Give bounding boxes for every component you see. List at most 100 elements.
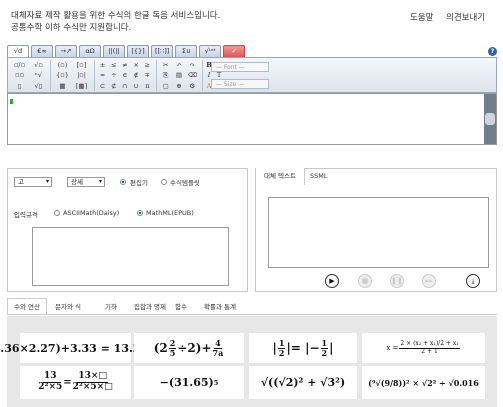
template-card[interactable]: (4.36×2.27)+3.33 = 13.2272: [0, 333, 163, 363]
mode-template-radio[interactable]: [161, 179, 167, 185]
template-card[interactable]: (⁹√(9/8))² × √2² ÷ √0.016: [362, 366, 485, 399]
tab-functions[interactable]: 함수: [175, 299, 187, 315]
ascii-radio[interactable]: [54, 210, 60, 216]
toolbar-tab[interactable]: €∞: [31, 45, 53, 57]
symbol-button[interactable]: ≈: [97, 70, 108, 80]
template-card[interactable]: √((√2)² + √3²): [249, 366, 357, 399]
toolbar-tab[interactable]: √d: [7, 45, 29, 57]
select-all-icon[interactable]: ▢: [159, 81, 172, 91]
denominator: 2 + 1: [421, 347, 438, 355]
tab-geometry[interactable]: 기하: [105, 299, 117, 315]
detail-select[interactable]: 상세: [67, 177, 105, 187]
tab-probability-stats[interactable]: 확률과 통계: [204, 299, 236, 315]
symbol-button[interactable]: ⊂: [97, 81, 108, 91]
sqrt-icon[interactable]: √▫: [29, 60, 48, 70]
grade-select[interactable]: 고: [14, 177, 52, 187]
abs-icon[interactable]: |▫|: [72, 70, 91, 80]
toolbar-tab[interactable]: ||(||: [103, 45, 125, 57]
fraction-icon[interactable]: ▫/▫: [10, 60, 29, 70]
mode-editor-radio[interactable]: [120, 179, 126, 185]
math-editor[interactable]: [7, 93, 497, 145]
copy-icon[interactable]: ⎘: [159, 70, 172, 80]
play-icon[interactable]: ▶: [325, 274, 339, 288]
symbol-button[interactable]: ÷: [108, 70, 119, 80]
stop-icon[interactable]: ■: [358, 274, 372, 288]
mathml-label: MathML(EPUB): [146, 209, 194, 217]
symbol-button[interactable]: ×: [131, 60, 142, 70]
mixed-fraction-icon[interactable]: ▫▫: [10, 70, 29, 80]
exponent: 5: [213, 378, 219, 387]
symbol-button[interactable]: ≤: [108, 60, 119, 70]
paste-icon[interactable]: ▤: [172, 70, 185, 80]
mathml-radio[interactable]: [137, 210, 143, 216]
toolbar-tab[interactable]: [{}]: [127, 45, 149, 57]
tab-number-operations[interactable]: 수와 연산: [7, 298, 47, 314]
template-group: ▫/▫ √▫ ▫▫ ⁿ√ ▯ √▯: [10, 60, 48, 91]
template-gallery: (4.36×2.27)+3.33 = 13.2272 (2 25 ÷2)+ 47…: [0, 316, 497, 407]
toolbar-tabs: √d €∞ →↗ αΩ ||(|| [{}] [[∷]] Σ∪ √ᴸᵉᵗ ✓: [7, 45, 246, 57]
symbol-button[interactable]: ≠: [119, 60, 130, 70]
brace-icon[interactable]: {▫}: [53, 70, 72, 80]
toolbar-tab[interactable]: √ᴸᵉᵗ: [199, 45, 222, 57]
tab-alt-text[interactable]: 대체 텍스트: [256, 168, 305, 185]
formula-text: |: [329, 341, 334, 355]
denominator: 5: [169, 347, 176, 358]
feedback-link[interactable]: 의견보내기: [446, 11, 485, 23]
zoom-icon[interactable]: ⊕: [172, 81, 185, 91]
font-select[interactable]: — Font —: [211, 62, 269, 72]
math-input-textarea[interactable]: [32, 227, 229, 286]
formula-text: √((√2)² + √3²): [260, 376, 346, 389]
tab-expressions[interactable]: 문자와 식: [55, 299, 81, 315]
toolbar-tab[interactable]: Σ∪: [175, 45, 198, 57]
forward-icon[interactable]: ▸▸: [422, 274, 436, 288]
page: 대체자료 제작 활용을 위한 수식의 한글 독음 서비스입니다. 공통수학 이하…: [0, 0, 503, 407]
symbol-button[interactable]: ∩: [119, 81, 130, 91]
toolbar-tab[interactable]: [[∷]]: [151, 45, 174, 57]
symbol-button[interactable]: ∉: [131, 70, 142, 80]
cut-icon[interactable]: ✂: [159, 60, 172, 70]
paren-icon[interactable]: (▫): [53, 60, 72, 70]
settings-icon[interactable]: ⚙: [186, 81, 199, 91]
symbol-button[interactable]: ∪: [131, 81, 142, 91]
redo-icon[interactable]: ↷: [186, 60, 199, 70]
editor-cursor: [10, 99, 13, 104]
pause-icon[interactable]: ❚❚: [390, 274, 404, 288]
template-card[interactable]: (2 25 ÷2)+ 4 7a: [134, 333, 244, 363]
tab-ssml[interactable]: SSML: [302, 168, 335, 185]
download-icon[interactable]: ⤓: [466, 274, 480, 288]
clear-icon[interactable]: ⌫: [186, 70, 199, 80]
fraction: 13×□ 2²×5×□: [73, 371, 113, 393]
template-card[interactable]: x = 2 × (x₂ + x₁)/2 + x₁ 2 + 1: [362, 333, 485, 363]
template-card[interactable]: 13 2²×5 = 13×□ 2²×5×□: [20, 366, 131, 399]
toolbar-tab[interactable]: αΩ: [79, 45, 101, 57]
size-select[interactable]: — Size —: [211, 79, 269, 89]
scrollbar-thumb[interactable]: [485, 113, 495, 125]
edit-group: ✂ ↶ ↷ ⎘ ▤ ⌫ ▢ ⊕ ⚙: [159, 60, 199, 91]
symbol-button[interactable]: π: [142, 81, 153, 91]
root-box-icon[interactable]: √▯: [29, 81, 48, 91]
toolbar-tab[interactable]: ✓: [223, 45, 246, 57]
fraction: 4 7a: [213, 338, 224, 358]
vertical-fraction-icon[interactable]: ▯: [10, 81, 29, 91]
formula-text: = |−: [290, 341, 320, 355]
symbol-button[interactable]: ⊄: [108, 81, 119, 91]
template-card[interactable]: | 12 | = |− 12 |: [249, 333, 357, 363]
undo-icon[interactable]: ↶: [172, 60, 185, 70]
symbol-button[interactable]: ≥: [142, 60, 153, 70]
symbol-button[interactable]: ∓: [142, 70, 153, 80]
tab-sets-propositions[interactable]: 집합과 명제: [134, 299, 166, 315]
equation-toolbar: ▫/▫ √▫ ▫▫ ⁿ√ ▯ √▯ (▫) [▫] {▫} |▫| ▦ [▦] ± ≤ ≠ …: [7, 57, 497, 93]
input-format-label: 입력규격: [14, 211, 38, 219]
matrix-bracket-icon[interactable]: [▦]: [72, 81, 91, 91]
template-card[interactable]: −(31.65) 5: [134, 366, 244, 399]
denominator: 2: [278, 347, 285, 358]
toolbar-tab[interactable]: →↗: [55, 45, 77, 57]
symbol-button[interactable]: ±: [97, 60, 108, 70]
question-icon[interactable]: ?: [488, 47, 497, 56]
matrix-icon[interactable]: ▦: [53, 81, 72, 91]
nth-root-icon[interactable]: ⁿ√: [29, 70, 48, 80]
bracket-icon[interactable]: [▫]: [72, 60, 91, 70]
help-link[interactable]: 도움말: [410, 11, 433, 23]
symbol-button[interactable]: ∈: [119, 70, 130, 80]
alt-text-output: [268, 197, 489, 268]
